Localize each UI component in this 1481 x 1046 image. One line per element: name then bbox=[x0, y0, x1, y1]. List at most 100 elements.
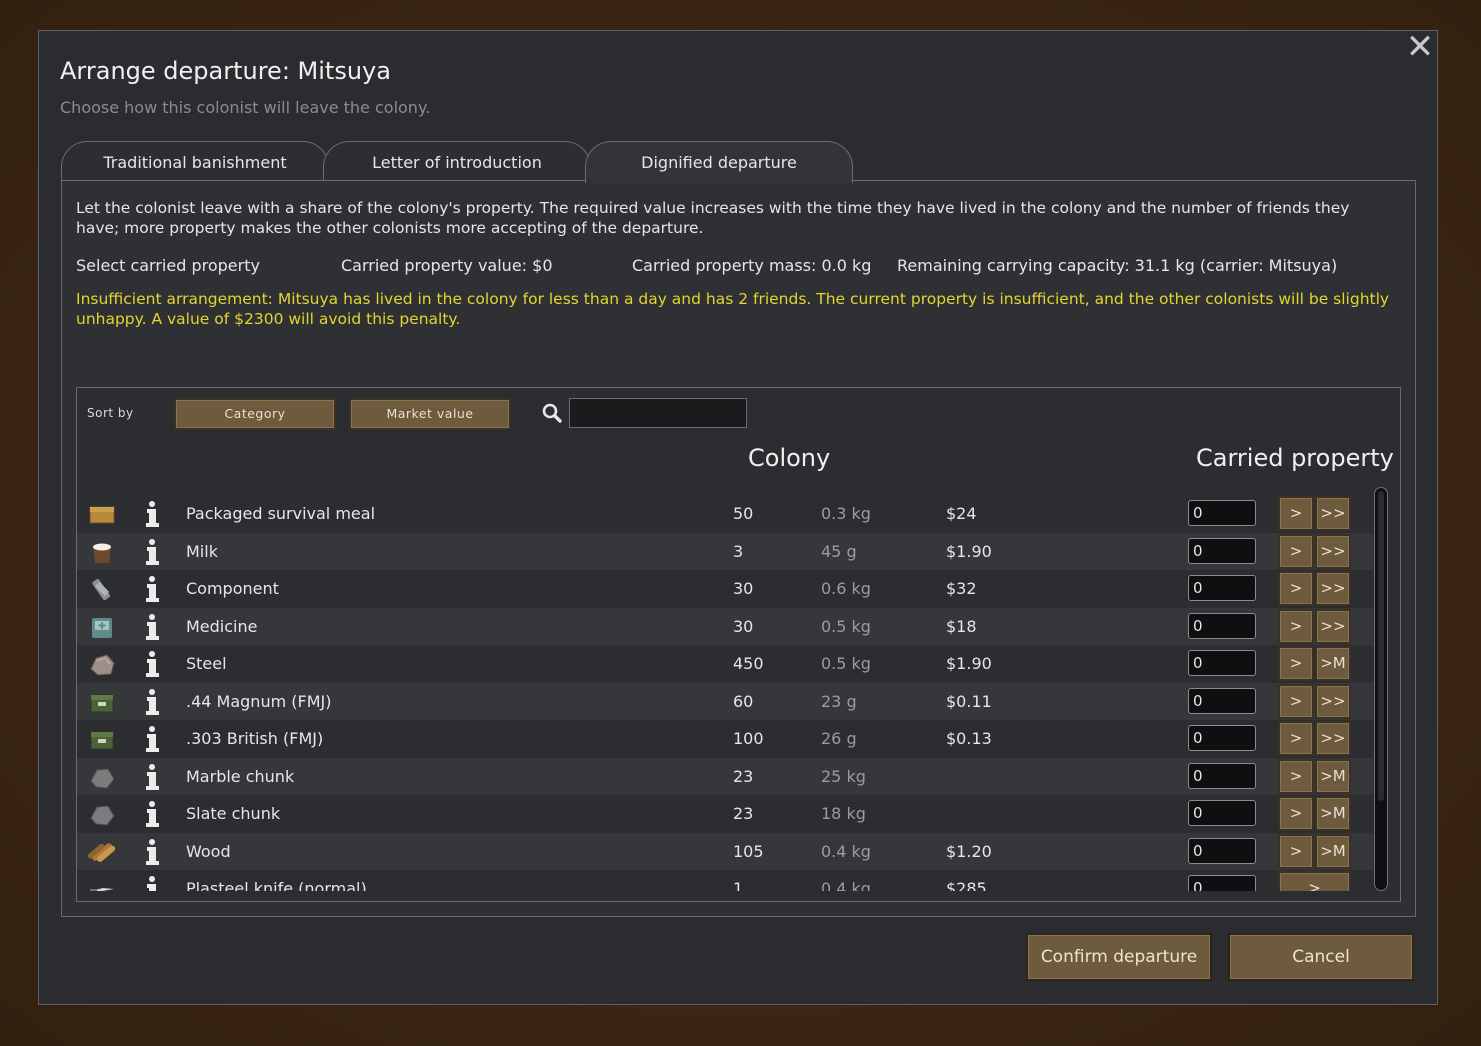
item-count: 105 bbox=[733, 841, 764, 861]
table-row: Marble chunk 23 25 kg 0 > >M bbox=[77, 757, 1373, 795]
item-count: 30 bbox=[733, 579, 754, 598]
item-mass: 23 g bbox=[821, 691, 857, 711]
item-value: $0.13 bbox=[946, 729, 992, 748]
item-mass: 0.3 kg bbox=[821, 504, 871, 523]
dialog-subtitle: Choose how this colonist will leave the … bbox=[60, 98, 431, 117]
item-value: $18 bbox=[946, 616, 977, 636]
tab-letter-of-introduction[interactable]: Letter of introduction bbox=[323, 141, 591, 183]
transfer-one-button[interactable]: > bbox=[1278, 608, 1314, 644]
info-icon[interactable] bbox=[139, 611, 165, 641]
carry-count-field[interactable]: 0 bbox=[1188, 500, 1256, 526]
table-row: Plasteel knife (normal) 1 0.4 kg $285 0 > bbox=[77, 870, 1373, 891]
item-mass: 0.4 kg bbox=[821, 879, 871, 891]
item-count: 23 bbox=[733, 804, 754, 823]
warning-text: Insufficient arrangement: Mitsuya has li… bbox=[76, 290, 1390, 328]
carried-property-header: Carried property bbox=[1196, 444, 1394, 472]
item-mass: 0.5 kg bbox=[821, 616, 871, 636]
search-input[interactable] bbox=[569, 398, 747, 428]
item-value: $1.90 bbox=[946, 541, 992, 561]
search-icon[interactable] bbox=[541, 402, 563, 424]
item-mass: 45 g bbox=[821, 541, 857, 561]
table-row: Milk 3 45 g $1.90 0 > >> bbox=[77, 532, 1373, 570]
ammo-icon bbox=[90, 731, 114, 750]
info-icon[interactable] bbox=[139, 836, 165, 866]
info-icon[interactable] bbox=[139, 648, 165, 678]
transfer-one-button[interactable]: > bbox=[1278, 721, 1314, 756]
transfer-max-button[interactable]: >> bbox=[1315, 608, 1351, 644]
carry-count-field[interactable]: 0 bbox=[1188, 800, 1256, 826]
transfer-max-button[interactable]: >> bbox=[1315, 683, 1351, 719]
carry-count-field[interactable]: 0 bbox=[1188, 537, 1256, 564]
transfer-one-button[interactable]: > bbox=[1278, 533, 1314, 569]
transfer-max-button[interactable]: >> bbox=[1315, 496, 1351, 531]
close-icon[interactable]: ✕ bbox=[1405, 30, 1435, 64]
dialog-title: Arrange departure: Mitsuya bbox=[60, 57, 391, 85]
info-icon[interactable] bbox=[139, 498, 165, 528]
transfer-max-button[interactable]: >M bbox=[1315, 646, 1351, 681]
carry-count-field[interactable]: 0 bbox=[1188, 575, 1256, 601]
item-mass: 26 g bbox=[821, 729, 857, 748]
item-name: .303 British (FMJ) bbox=[186, 729, 324, 748]
carried-mass-label: Carried property mass: 0.0 kg bbox=[632, 256, 872, 275]
transfer-one-button[interactable]: > bbox=[1278, 571, 1314, 606]
carry-count-field[interactable]: 0 bbox=[1188, 725, 1256, 751]
tab-dignified-departure[interactable]: Dignified departure bbox=[585, 141, 853, 183]
info-icon[interactable] bbox=[139, 573, 165, 603]
cancel-button[interactable]: Cancel bbox=[1228, 933, 1414, 981]
component-icon bbox=[92, 579, 110, 601]
tab-traditional-banishment[interactable]: Traditional banishment bbox=[61, 141, 329, 183]
table-row: Slate chunk 23 18 kg 0 > >M bbox=[77, 795, 1373, 833]
milk-icon bbox=[93, 543, 111, 563]
carry-count-field[interactable]: 0 bbox=[1188, 762, 1256, 789]
departure-dialog: ✕ Arrange departure: Mitsuya Choose how … bbox=[38, 30, 1438, 1005]
knife-icon bbox=[90, 888, 114, 891]
carry-count-field[interactable]: 0 bbox=[1188, 612, 1256, 639]
sort-market-value-button[interactable]: Market value bbox=[349, 398, 511, 430]
transfer-max-button[interactable]: >> bbox=[1315, 571, 1351, 606]
table-row: Medicine 30 0.5 kg $18 0 > >> bbox=[77, 607, 1373, 645]
transfer-one-button[interactable]: > bbox=[1278, 683, 1314, 719]
sort-category-button[interactable]: Category bbox=[174, 398, 336, 430]
info-icon[interactable] bbox=[139, 686, 165, 716]
item-name: Wood bbox=[186, 841, 231, 861]
transfer-max-button[interactable]: >M bbox=[1315, 796, 1351, 831]
medicine-icon bbox=[92, 617, 112, 638]
colony-header: Colony bbox=[748, 444, 831, 472]
info-icon[interactable] bbox=[139, 536, 165, 566]
trade-panel: Sort by Category Market value Colony Car… bbox=[76, 387, 1401, 902]
info-icon[interactable] bbox=[139, 761, 165, 791]
table-row: Packaged survival meal 50 0.3 kg $24 0 > >> bbox=[77, 495, 1373, 533]
item-mass: 18 kg bbox=[821, 804, 866, 823]
transfer-one-button[interactable]: > bbox=[1278, 646, 1314, 681]
carry-count-field[interactable]: 0 bbox=[1188, 875, 1256, 891]
transfer-max-button[interactable]: >> bbox=[1315, 533, 1351, 569]
item-mass: 0.5 kg bbox=[821, 654, 871, 673]
transfer-one-button[interactable]: > bbox=[1278, 833, 1314, 869]
carry-count-field[interactable]: 0 bbox=[1188, 650, 1256, 676]
carry-count-field[interactable]: 0 bbox=[1188, 687, 1256, 714]
sort-label: Sort by bbox=[87, 406, 134, 420]
transfer-max-button[interactable]: >M bbox=[1315, 833, 1351, 869]
item-name: Marble chunk bbox=[186, 766, 295, 786]
info-icon[interactable] bbox=[139, 798, 165, 828]
transfer-max-button[interactable]: >> bbox=[1315, 721, 1351, 756]
item-name: Steel bbox=[186, 654, 227, 673]
transfer-one-button[interactable]: > bbox=[1278, 796, 1314, 831]
tab-panel: Let the colonist leave with a share of t… bbox=[61, 180, 1416, 917]
transfer-one-button[interactable]: > bbox=[1278, 758, 1314, 794]
carry-count-field[interactable]: 0 bbox=[1188, 837, 1256, 864]
item-name: Milk bbox=[186, 541, 218, 561]
item-value: $285 bbox=[946, 879, 987, 891]
table-row: Steel 450 0.5 kg $1.90 0 > >M bbox=[77, 645, 1373, 683]
transfer-one-button[interactable]: > bbox=[1278, 496, 1314, 531]
transfer-max-button[interactable]: >M bbox=[1315, 758, 1351, 794]
list-scrollbar[interactable] bbox=[1374, 487, 1388, 891]
panel-description: Let the colonist leave with a share of t… bbox=[76, 199, 1350, 237]
info-icon[interactable] bbox=[139, 723, 165, 753]
transfer-one-button[interactable]: > bbox=[1278, 871, 1351, 891]
info-icon[interactable] bbox=[139, 873, 165, 891]
confirm-departure-button[interactable]: Confirm departure bbox=[1026, 933, 1212, 981]
meal-icon bbox=[89, 506, 115, 524]
select-label: Select carried property bbox=[76, 256, 260, 275]
scroll-thumb[interactable] bbox=[1378, 491, 1384, 801]
